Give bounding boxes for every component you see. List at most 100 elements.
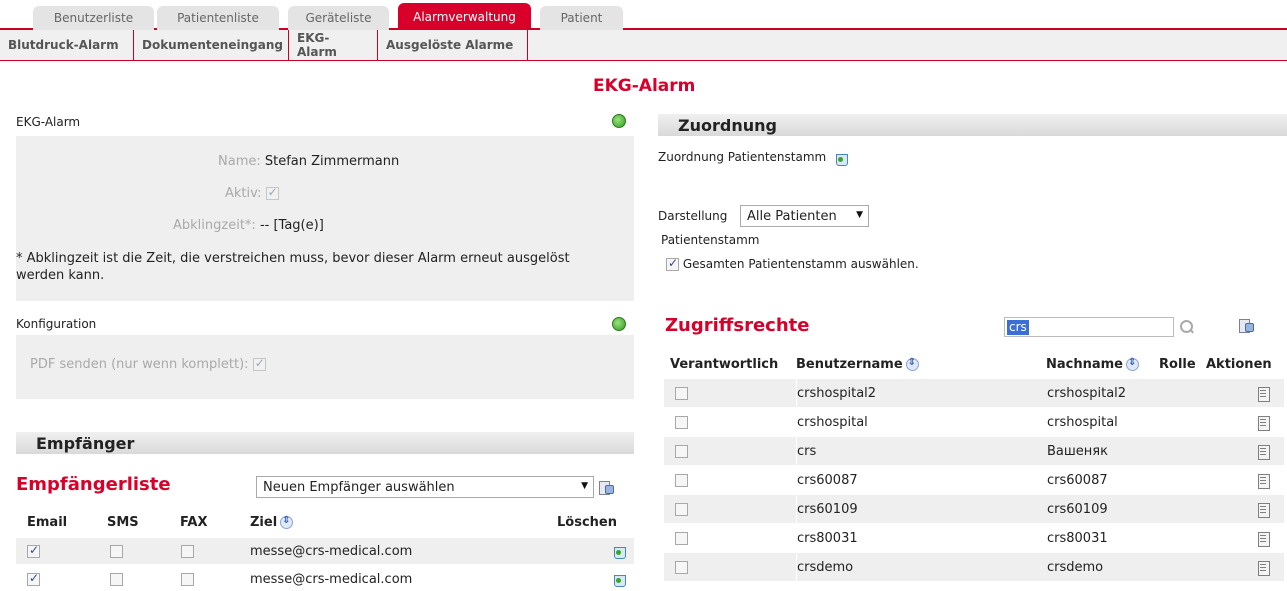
- empfaenger-select-value: Neuen Empfänger auswählen: [263, 479, 455, 495]
- edit-icon[interactable]: [1256, 502, 1270, 518]
- pdf-row: PDF senden (nur wenn komplett):: [30, 356, 266, 372]
- table-row: crsdemo crsdemo: [664, 553, 1284, 581]
- edit-icon[interactable]: [1256, 444, 1270, 460]
- verantwortlich-checkbox[interactable]: [675, 473, 688, 487]
- table-row: crs Вашеняк: [664, 437, 1284, 465]
- darstellung-select-value: Alle Patienten: [747, 208, 837, 224]
- edit-icon[interactable]: [1256, 531, 1270, 547]
- ekg-alarm-section-label: EKG-Alarm: [16, 115, 81, 129]
- verantwortlich-checkbox[interactable]: [675, 444, 688, 458]
- benutzername-cell: crsdemo: [796, 553, 853, 581]
- fax-checkbox[interactable]: [181, 544, 194, 558]
- search-input[interactable]: crs: [1004, 317, 1174, 337]
- darstellung-select[interactable]: Alle Patienten ▼: [740, 205, 869, 227]
- aktionen-cell: [1256, 524, 1270, 552]
- verantwortlich-cell: [675, 553, 688, 581]
- verantwortlich-checkbox[interactable]: [675, 386, 688, 400]
- empfaenger-section-header: Empfänger: [16, 432, 634, 454]
- verantwortlich-cell: [675, 495, 688, 523]
- fax-cell: [181, 566, 194, 591]
- col-email: Email: [27, 515, 68, 530]
- col-ziel[interactable]: Ziel: [250, 515, 294, 530]
- benutzername-cell: crshospital: [796, 408, 868, 436]
- verantwortlich-cell: [675, 524, 688, 552]
- ziel-cell: messe@crs-medical.com: [250, 571, 413, 587]
- add-recipient-icon[interactable]: [598, 480, 614, 495]
- benutzername-cell: crs80031: [796, 524, 858, 552]
- nachname-cell: crs60087: [1047, 472, 1108, 488]
- sort-icon[interactable]: [905, 357, 919, 371]
- delete-icon[interactable]: [612, 544, 626, 559]
- refresh-icon[interactable]: [612, 317, 626, 331]
- email-checkbox[interactable]: [27, 543, 40, 558]
- nachname-cell: crs80031: [1047, 530, 1108, 546]
- aktiv-label: Aktiv:: [225, 186, 262, 201]
- sms-checkbox[interactable]: [110, 544, 123, 558]
- col-benutzername[interactable]: Benutzername: [796, 357, 919, 372]
- search-icon[interactable]: [1180, 320, 1194, 334]
- subtab-dokumenteneingang[interactable]: Dokumenteneingang: [134, 30, 289, 60]
- tab-geraeteliste[interactable]: Geräteliste: [288, 6, 389, 30]
- edit-icon[interactable]: [1256, 415, 1270, 431]
- delete-icon[interactable]: [612, 572, 626, 587]
- delete-cell: [612, 566, 626, 591]
- nachname-cell: crshospital2: [1047, 385, 1127, 401]
- delete-icon[interactable]: [834, 151, 849, 166]
- main-tab-bar: Benutzerliste Patientenliste Geräteliste…: [0, 0, 1287, 30]
- edit-icon[interactable]: [1256, 473, 1270, 489]
- subtab-blutdruck-alarm[interactable]: Blutdruck-Alarm: [0, 30, 134, 60]
- sub-tab-bar: Blutdruck-Alarm Dokumenteneingang EKG-Al…: [0, 30, 1287, 61]
- name-value: Stefan Zimmermann: [264, 154, 400, 169]
- empfaenger-select[interactable]: Neuen Empfänger auswählen ▼: [256, 476, 594, 498]
- edit-icon[interactable]: [1256, 386, 1270, 402]
- table-row: crs60109 crs60109: [664, 495, 1284, 523]
- aktionen-cell: [1256, 437, 1270, 465]
- darstellung-label: Darstellung: [658, 209, 728, 223]
- aktionen-cell: [1256, 495, 1270, 523]
- pdf-label: PDF senden (nur wenn komplett):: [30, 357, 249, 372]
- table-row: crshospital2 crshospital2: [664, 379, 1284, 407]
- sort-icon[interactable]: [280, 515, 294, 529]
- konfiguration-section-label: Konfiguration: [16, 317, 97, 331]
- benutzername-cell: crs60087: [796, 466, 858, 494]
- col-rolle: Rolle: [1159, 357, 1196, 372]
- abklingzeit-footnote: * Abklingzeit ist die Zeit, die verstrei…: [16, 251, 570, 283]
- tab-patient[interactable]: Patient: [540, 6, 623, 30]
- tab-benutzerliste[interactable]: Benutzerliste: [33, 6, 154, 30]
- col-sms: SMS: [107, 515, 139, 530]
- sms-cell: [110, 538, 123, 564]
- tab-alarmverwaltung[interactable]: Alarmverwaltung: [398, 3, 531, 30]
- subtab-ekg-alarm[interactable]: EKG-Alarm: [289, 30, 378, 60]
- verantwortlich-checkbox[interactable]: [675, 560, 688, 574]
- col-nachname[interactable]: Nachname: [1046, 357, 1140, 372]
- chevron-down-icon: ▼: [581, 481, 588, 491]
- empfaengerliste-title: Empfängerliste: [16, 474, 171, 495]
- pdf-checkbox: [252, 356, 266, 371]
- refresh-icon[interactable]: [612, 114, 626, 128]
- sort-icon[interactable]: [1126, 357, 1140, 371]
- verantwortlich-checkbox[interactable]: [675, 502, 688, 516]
- name-row: Name: Stefan Zimmermann: [218, 154, 399, 169]
- subtab-ausgeloeste-alarme[interactable]: Ausgelöste Alarme: [378, 30, 528, 60]
- col-fax: FAX: [180, 515, 208, 530]
- email-cell: [27, 538, 40, 564]
- fax-checkbox[interactable]: [181, 572, 194, 586]
- sms-checkbox[interactable]: [110, 572, 123, 586]
- abklingzeit-label: Abklingzeit*:: [173, 218, 256, 233]
- abklingzeit-value: -- [Tag(e)]: [259, 218, 324, 233]
- aktionen-cell: [1256, 553, 1270, 581]
- add-user-icon[interactable]: [1238, 318, 1254, 333]
- col-aktionen: Aktionen: [1206, 357, 1272, 372]
- aktionen-cell: [1256, 379, 1270, 407]
- tab-patientenliste[interactable]: Patientenliste: [157, 6, 279, 30]
- patientenstamm-label: Patientenstamm: [661, 233, 760, 247]
- edit-icon[interactable]: [1256, 560, 1270, 576]
- nachname-cell: Вашеняк: [1047, 443, 1108, 459]
- verantwortlich-cell: [675, 408, 688, 436]
- aktiv-checkbox: [265, 185, 279, 200]
- gesamt-checkbox[interactable]: [666, 256, 679, 271]
- email-checkbox[interactable]: [27, 571, 40, 586]
- verantwortlich-checkbox[interactable]: [675, 415, 688, 429]
- verantwortlich-checkbox[interactable]: [675, 531, 688, 545]
- table-row: messe@crs-medical.com: [16, 538, 634, 564]
